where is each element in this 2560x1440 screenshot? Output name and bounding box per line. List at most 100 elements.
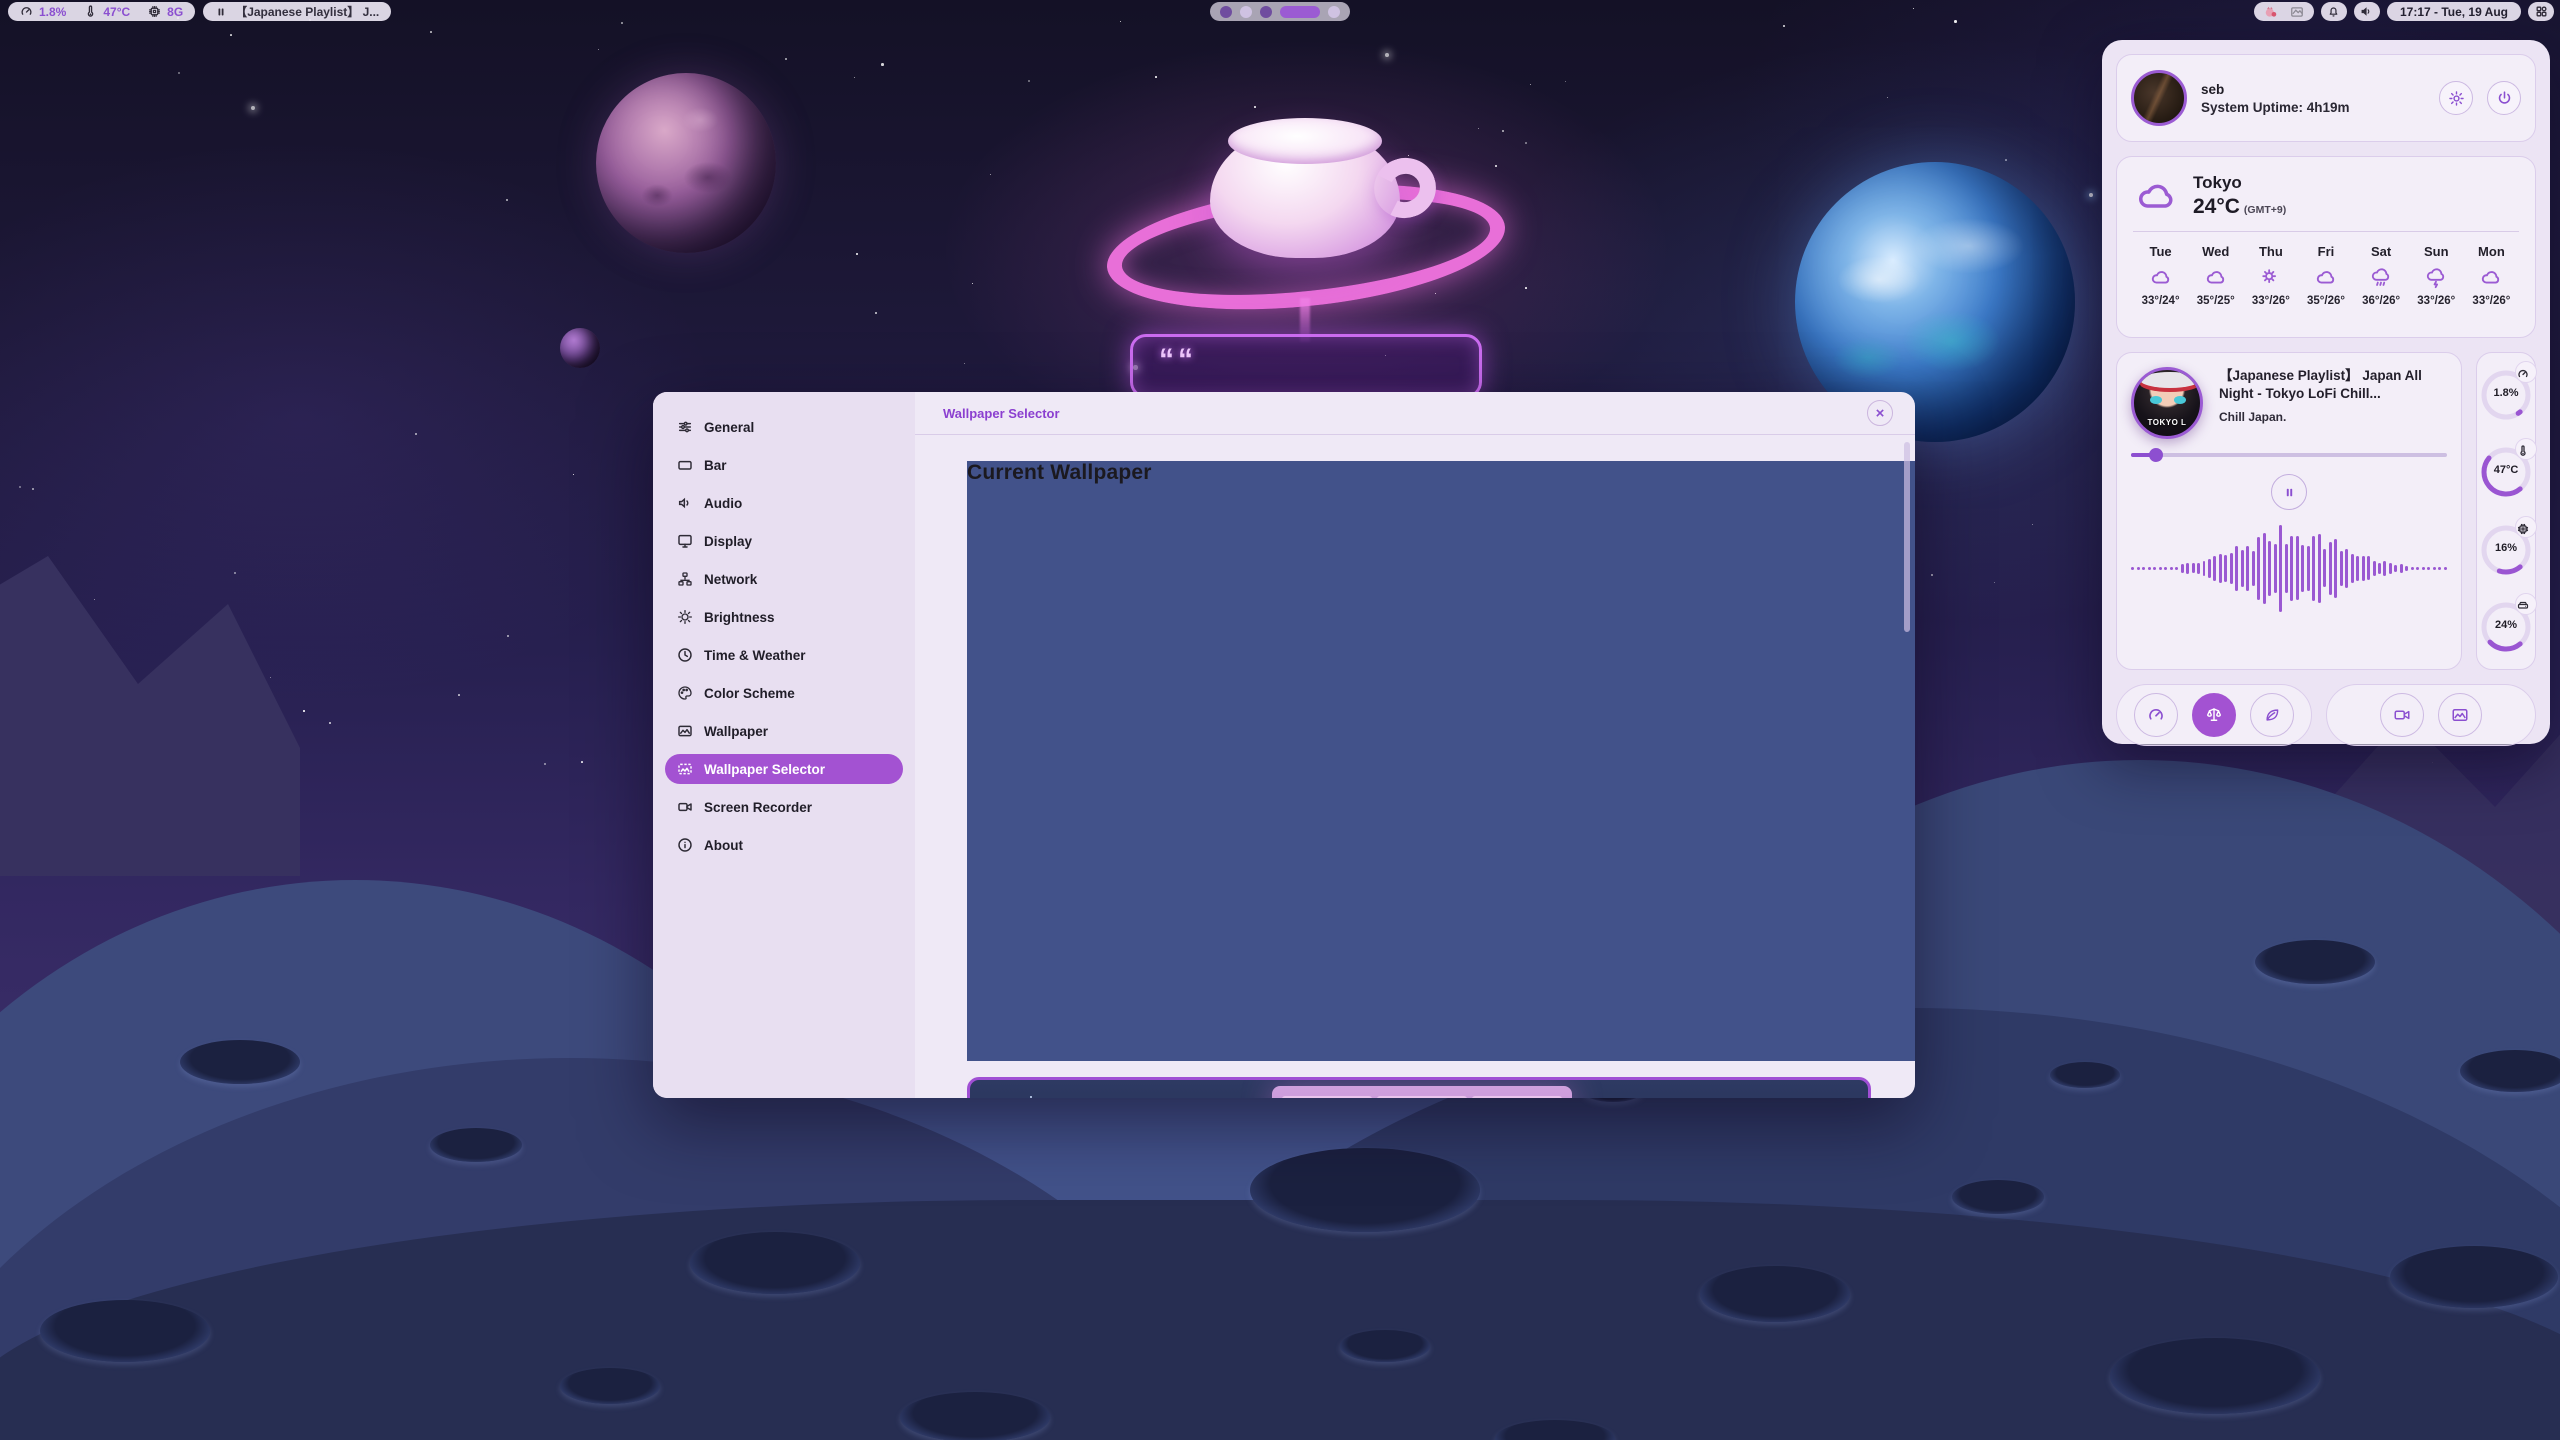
tray-app-icon[interactable]	[2264, 5, 2278, 19]
visualizer-bar	[2427, 567, 2430, 571]
balanced-mode-button[interactable]	[2192, 693, 2236, 737]
sidebar-label: About	[704, 838, 743, 853]
wallpaper-button[interactable]	[2438, 693, 2482, 737]
slider-track[interactable]	[2131, 453, 2447, 457]
preview-coffee-shop: Fresh Moon Beans	[1272, 1086, 1572, 1098]
pause-button[interactable]	[2271, 474, 2307, 510]
topbar-media-pill[interactable]: 【Japanese Playlist】 J...	[203, 2, 391, 21]
storm-cloud-icon	[2423, 267, 2449, 289]
sidebar-item-screen-recorder[interactable]: Screen Recorder	[665, 792, 903, 822]
visualizer-bar	[2192, 563, 2195, 573]
palette-icon	[677, 685, 693, 701]
cpu-gauge-icon	[20, 5, 33, 18]
apps-grid-icon	[2535, 5, 2548, 18]
crater	[2390, 1246, 2558, 1308]
memory-usage: 8G	[167, 5, 183, 19]
visualizer-bar	[2274, 544, 2277, 593]
rain-cloud-icon	[2368, 267, 2394, 289]
volume-button[interactable]	[2354, 2, 2380, 21]
network-icon	[677, 571, 693, 587]
sidebar-item-time-weather[interactable]: Time & Weather	[665, 640, 903, 670]
tray-screenshot-icon[interactable]	[2290, 5, 2304, 19]
sidebar-item-wallpaper-selector[interactable]: Wallpaper Selector	[665, 754, 903, 784]
system-uptime: System Uptime: 4h19m	[2201, 100, 2425, 115]
visualizer-bar	[2345, 549, 2348, 588]
speedometer-icon	[2147, 706, 2165, 724]
visualizer-bar	[2159, 567, 2162, 571]
power-saver-mode-button[interactable]	[2250, 693, 2294, 737]
gear-icon	[2448, 90, 2465, 107]
visualizer-bar	[2405, 566, 2408, 571]
visualizer-bar	[2131, 567, 2134, 571]
scrollbar[interactable]	[1904, 442, 1910, 632]
visualizer-bar	[2383, 561, 2386, 576]
close-button[interactable]: ×	[1867, 400, 1893, 426]
system-tray[interactable]	[2254, 2, 2314, 21]
media-progress-slider[interactable]	[2131, 448, 2447, 462]
sidebar-label: Brightness	[704, 610, 775, 625]
utilities-card	[2326, 684, 2536, 746]
sidebar-item-wallpaper[interactable]: Wallpaper	[665, 716, 903, 746]
visualizer-bar	[2389, 563, 2392, 574]
slider-thumb[interactable]	[2149, 448, 2163, 462]
sidebar-item-display[interactable]: Display	[665, 526, 903, 556]
disk-gauge: 24%	[2479, 595, 2533, 659]
memory-gauge: 16%	[2479, 518, 2533, 582]
cloud-icon	[2313, 267, 2339, 289]
crater	[560, 1368, 660, 1404]
workspace-dot-5[interactable]	[1328, 6, 1340, 18]
cpu-gauge: 1.8%	[2479, 363, 2533, 427]
workspace-dot-1[interactable]	[1220, 6, 1232, 18]
notifications-button[interactable]	[2321, 2, 2347, 21]
visualizer-bar	[2142, 567, 2145, 571]
sidebar-item-general[interactable]: General	[665, 412, 903, 442]
visualizer-bar	[2290, 536, 2293, 600]
visualizer-bar	[2246, 546, 2249, 591]
settings-button[interactable]	[2439, 81, 2473, 115]
system-stats-pill[interactable]: 1.8% 47°C 8G	[8, 2, 195, 21]
workspace-dot-3[interactable]	[1260, 6, 1272, 18]
sidebar-label: Network	[704, 572, 757, 587]
cpu-usage: 1.8%	[39, 5, 66, 19]
cloud-icon	[2478, 267, 2504, 289]
media-title: 【Japanese Playlist】 Japan All Night - To…	[2219, 367, 2447, 403]
clock[interactable]: 17:17 - Tue, 19 Aug	[2387, 2, 2521, 21]
cloud-icon	[2133, 176, 2179, 216]
workspace-indicator[interactable]	[1210, 2, 1350, 21]
visualizer-bar	[2340, 551, 2343, 585]
dashboard-button[interactable]	[2528, 2, 2554, 21]
gauge-value: 24%	[2479, 619, 2533, 631]
crater	[40, 1300, 210, 1362]
settings-window: General Bar Audio Display Network Bright…	[653, 392, 1915, 1098]
sidebar-item-color-scheme[interactable]: Color Scheme	[665, 678, 903, 708]
audio-visualizer	[2131, 518, 2447, 618]
visualizer-bar	[2444, 567, 2447, 571]
visualizer-bar	[2307, 546, 2310, 592]
screen-record-button[interactable]	[2380, 693, 2424, 737]
username: seb	[2201, 82, 2425, 97]
workspace-dot-2[interactable]	[1240, 6, 1252, 18]
video-icon	[2393, 706, 2411, 724]
visualizer-bar	[2416, 567, 2419, 571]
performance-mode-button[interactable]	[2134, 693, 2178, 737]
visualizer-bar	[2252, 551, 2255, 586]
sidebar-item-bar[interactable]: Bar	[665, 450, 903, 480]
image-icon	[677, 723, 693, 739]
sidebar-item-brightness[interactable]: Brightness	[665, 602, 903, 632]
visualizer-bar	[2263, 533, 2266, 604]
memory-chip-icon	[148, 5, 161, 18]
weather-temp: 24°C	[2193, 195, 2240, 218]
settings-sidebar: General Bar Audio Display Network Bright…	[653, 392, 915, 1098]
workspace-dot-4-active[interactable]	[1280, 6, 1320, 18]
disk-icon	[2517, 600, 2529, 612]
forecast-day: Wed 35°/25°	[2188, 244, 2243, 307]
sidebar-item-about[interactable]: About	[665, 830, 903, 860]
sidebar-item-audio[interactable]: Audio	[665, 488, 903, 518]
album-art: TOKYO L	[2131, 367, 2203, 439]
window-titlebar: Wallpaper Selector ×	[915, 392, 1915, 434]
power-button[interactable]	[2487, 81, 2521, 115]
album-art-text: TOKYO L	[2134, 418, 2200, 427]
forecast-day: Sun 33°/26°	[2409, 244, 2464, 307]
visualizer-bar	[2367, 556, 2370, 580]
sidebar-item-network[interactable]: Network	[665, 564, 903, 594]
